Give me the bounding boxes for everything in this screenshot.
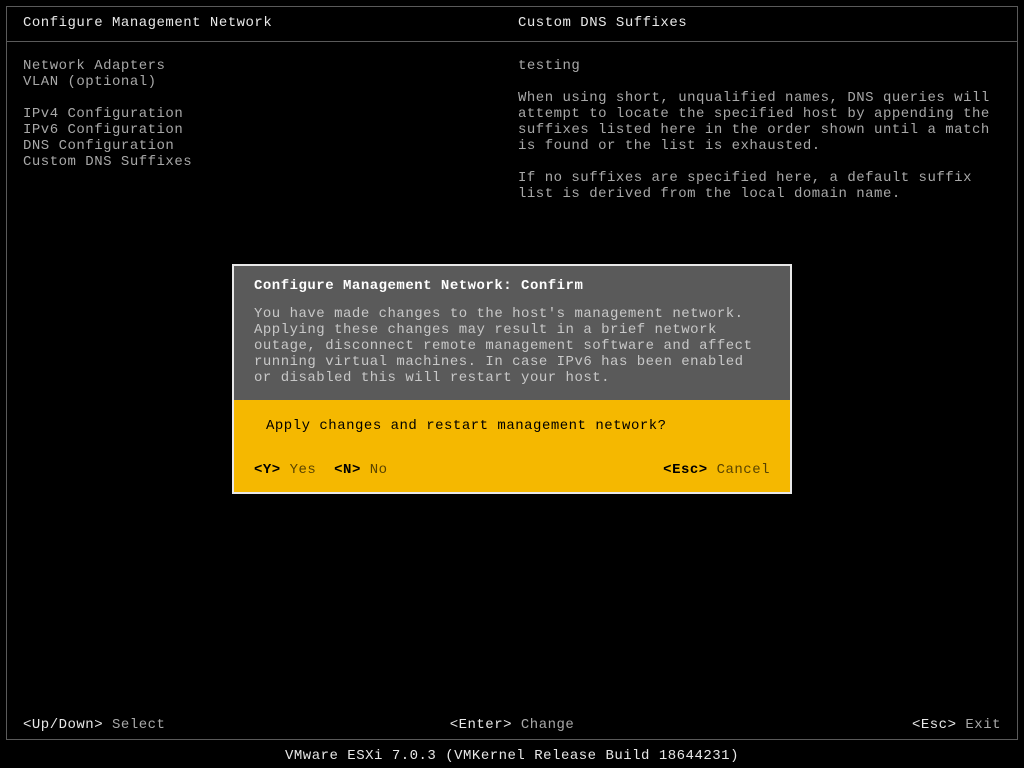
menu-ipv4-config[interactable]: IPv4 Configuration (23, 106, 512, 122)
yes-key: <Y> (254, 462, 281, 478)
menu-vlan[interactable]: VLAN (optional) (23, 74, 512, 90)
hint-updown: <Up/Down> Select (23, 717, 165, 733)
no-button[interactable]: <N> No (334, 462, 387, 478)
header-bar: Configure Management Network Custom DNS … (7, 7, 1017, 42)
cancel-label: Cancel (708, 462, 770, 478)
help-paragraph-2: If no suffixes are specified here, a def… (518, 170, 1001, 202)
cancel-key: <Esc> (663, 462, 708, 478)
dialog-bottom: Apply changes and restart management net… (234, 400, 790, 492)
dialog-body: You have made changes to the host's mana… (254, 306, 770, 386)
menu-column: Network Adapters VLAN (optional) IPv4 Co… (23, 58, 512, 218)
section-title: Custom DNS Suffixes (512, 15, 1001, 31)
menu-ipv6-config[interactable]: IPv6 Configuration (23, 122, 512, 138)
dialog-top: Configure Management Network: Confirm Yo… (234, 266, 790, 400)
page-title: Configure Management Network (23, 15, 512, 31)
dialog-actions: <Y> Yes <N> No <Esc> Cancel (254, 462, 770, 478)
content-area: Network Adapters VLAN (optional) IPv4 Co… (7, 42, 1017, 234)
dialog-title: Configure Management Network: Confirm (254, 278, 770, 294)
product-footer: VMware ESXi 7.0.3 (VMKernel Release Buil… (0, 748, 1024, 764)
updown-key: <Up/Down> (23, 717, 103, 733)
footer-hints: <Up/Down> Select <Enter> Change <Esc> Ex… (23, 717, 1001, 733)
hint-enter: <Enter> Change (450, 717, 575, 733)
enter-label: Change (512, 717, 574, 733)
menu-dns-config[interactable]: DNS Configuration (23, 138, 512, 154)
dialog-prompt: Apply changes and restart management net… (254, 418, 770, 434)
updown-label: Select (103, 717, 165, 733)
yes-button[interactable]: <Y> Yes (254, 462, 316, 478)
no-key: <N> (334, 462, 361, 478)
detail-column: testing When using short, unqualified na… (512, 58, 1001, 218)
help-paragraph-1: When using short, unqualified names, DNS… (518, 90, 1001, 154)
esc-label: Exit (956, 717, 1001, 733)
esc-key: <Esc> (912, 717, 957, 733)
confirm-dialog: Configure Management Network: Confirm Yo… (232, 264, 792, 494)
yes-label: Yes (281, 462, 317, 478)
no-label: No (361, 462, 388, 478)
menu-custom-dns-suffixes[interactable]: Custom DNS Suffixes (23, 154, 512, 170)
enter-key: <Enter> (450, 717, 512, 733)
hint-esc: <Esc> Exit (912, 717, 1001, 733)
cancel-button[interactable]: <Esc> Cancel (663, 462, 770, 478)
suffix-value: testing (518, 58, 1001, 74)
menu-network-adapters[interactable]: Network Adapters (23, 58, 512, 74)
